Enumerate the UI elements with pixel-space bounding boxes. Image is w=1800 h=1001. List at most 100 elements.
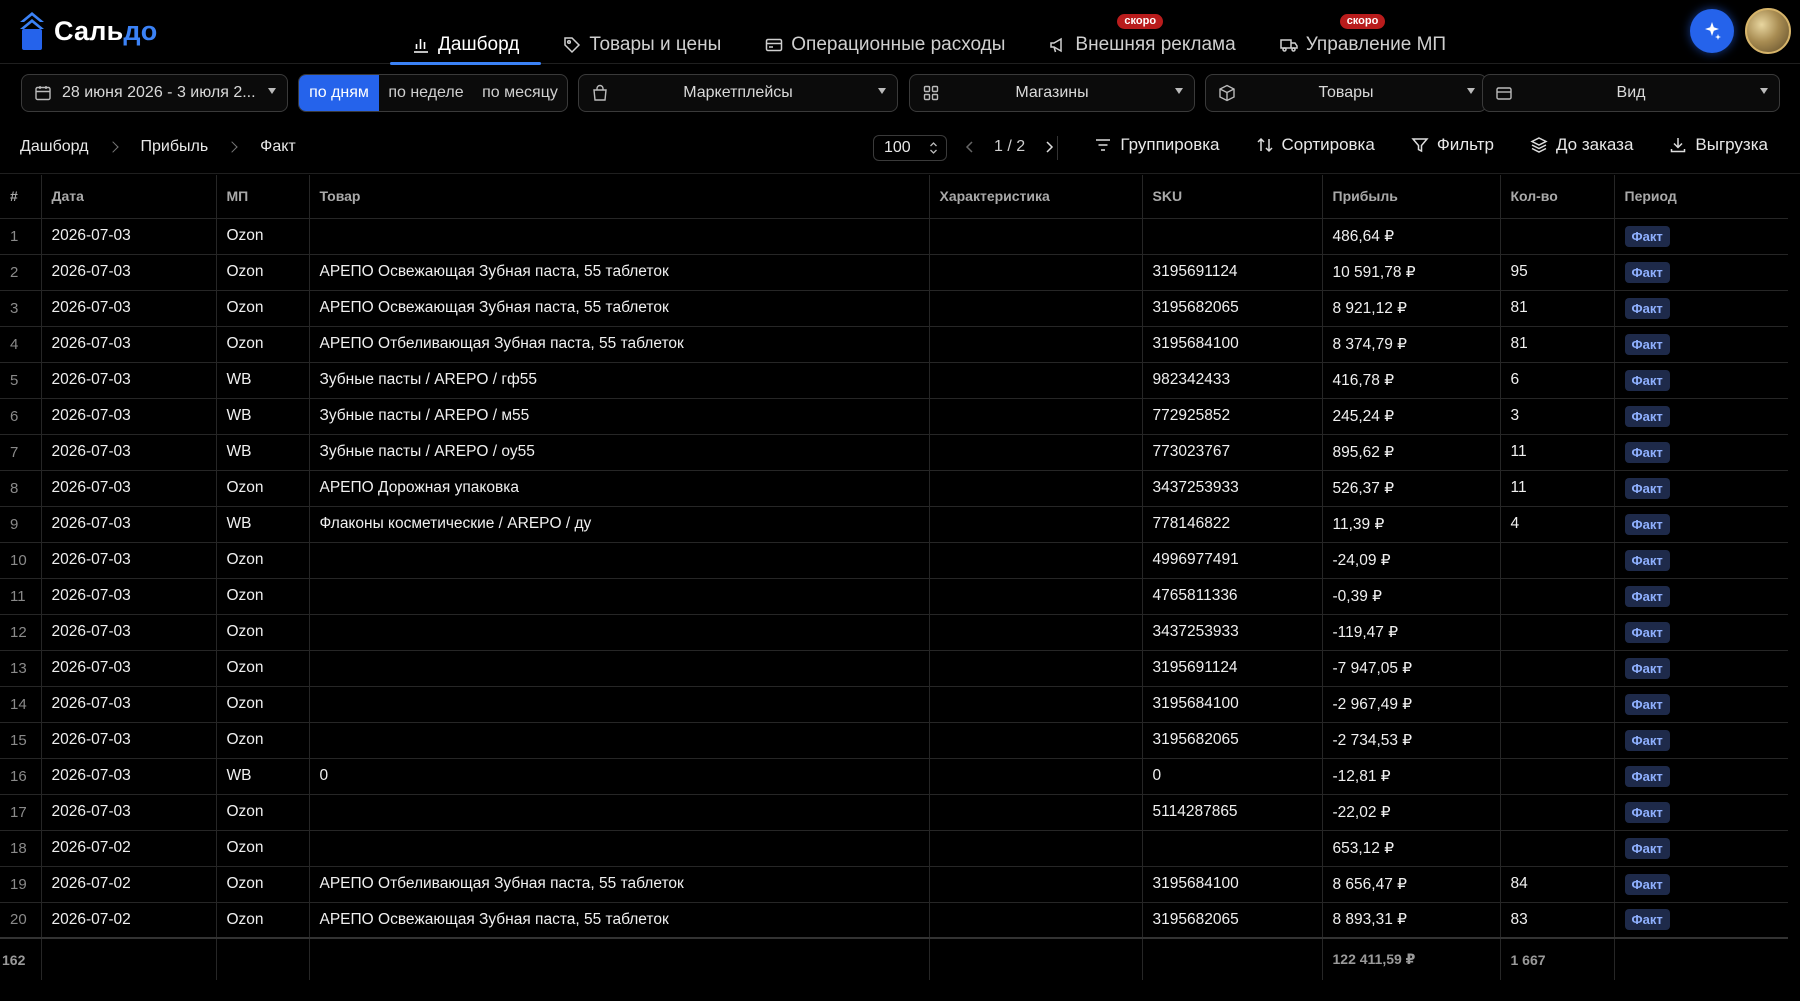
row-index: 12: [0, 614, 42, 651]
col-marketplace-header[interactable]: МП: [216, 175, 310, 219]
nav-products-prices[interactable]: Товары и цены: [541, 0, 743, 64]
table-row[interactable]: 15 2026-07-03 Ozon 3195682065 -2 734,53 ₽ Фак…: [0, 722, 1788, 759]
granularity-month[interactable]: по месяцу: [473, 75, 567, 111]
breadcrumb-dashboard[interactable]: Дашборд: [20, 138, 89, 156]
product-cell: [309, 722, 930, 759]
table-row[interactable]: 18 2026-07-02 Ozon 653,12 ₽ Факт: [0, 830, 1788, 867]
table-row[interactable]: 16 2026-07-03 WB 0 0 -12,81 ₽ Факт: [0, 758, 1788, 795]
page-size-stepper[interactable]: 100: [873, 135, 947, 161]
marketplace-cell: Ozon: [216, 254, 310, 291]
totals-count: 162: [0, 937, 42, 980]
table-row[interactable]: 5 2026-07-03 WB Зубные пасты / AREPO / гф55…: [0, 362, 1788, 399]
row-index: 18: [0, 830, 42, 867]
sku-cell: 3437253933: [1142, 470, 1323, 507]
date-range-picker[interactable]: 28 июня 2026 - 3 июля 2...: [21, 74, 288, 112]
calendar-icon: [35, 86, 51, 101]
date-cell: 2026-07-03: [41, 218, 217, 255]
sorting-button[interactable]: Сортировка: [1256, 135, 1375, 155]
shops-select[interactable]: Магазины: [909, 74, 1195, 112]
table-row[interactable]: 7 2026-07-03 WB Зубные пасты / AREPO / оу55…: [0, 434, 1788, 471]
nav-mp-management[interactable]: скоро Управление МП: [1258, 0, 1468, 64]
user-avatar[interactable]: [1745, 8, 1791, 54]
products-select[interactable]: Товары: [1205, 74, 1487, 112]
col-period-header[interactable]: Период: [1614, 175, 1788, 219]
table-row[interactable]: 4 2026-07-03 Ozon АРЕПО Отбеливающая Зубная…: [0, 326, 1788, 363]
col-qty-header[interactable]: Кол-во: [1500, 175, 1615, 219]
breadcrumb-profit[interactable]: Прибыль: [141, 138, 209, 156]
filter-button[interactable]: Фильтр: [1411, 135, 1494, 155]
profit-cell: 245,24 ₽: [1322, 398, 1501, 435]
export-button[interactable]: Выгрузка: [1669, 135, 1768, 155]
marketplace-cell: WB: [216, 506, 310, 543]
table-row[interactable]: 17 2026-07-03 Ozon 5114287865 -22,02 ₽ Факт: [0, 794, 1788, 831]
ai-assistant-button[interactable]: [1690, 9, 1734, 53]
sku-cell: 3195684100: [1142, 866, 1323, 903]
to-order-label: До заказа: [1555, 135, 1634, 154]
to-order-button[interactable]: До заказа: [1530, 135, 1633, 155]
table-row[interactable]: 1 2026-07-03 Ozon 486,64 ₽ Факт: [0, 218, 1788, 255]
date-cell: 2026-07-03: [41, 470, 217, 507]
nav-external-ads[interactable]: скоро Внешняя реклама: [1027, 0, 1257, 64]
qty-cell: 4: [1500, 506, 1615, 543]
product-cell: Зубные пасты / AREPO / гф55: [309, 362, 930, 399]
table-row[interactable]: 3 2026-07-03 Ozon АРЕПО Освежающая Зубная п…: [0, 290, 1788, 327]
marketplace-cell: Ozon: [216, 218, 310, 255]
period-badge: Факт: [1624, 369, 1670, 391]
profit-cell: 416,78 ₽: [1322, 362, 1501, 399]
col-sku-header[interactable]: SKU: [1142, 175, 1323, 219]
col-characteristic-header[interactable]: Характеристика: [929, 175, 1143, 219]
period-cell: Факт: [1614, 830, 1788, 867]
sku-cell: 3195691124: [1142, 650, 1323, 687]
table-row[interactable]: 9 2026-07-03 WB Флаконы косметические / ARE…: [0, 506, 1788, 543]
marketplace-cell: Ozon: [216, 542, 310, 579]
profit-cell: -119,47 ₽: [1322, 614, 1501, 651]
table-row[interactable]: 14 2026-07-03 Ozon 3195684100 -2 967,49 ₽ Фак…: [0, 686, 1788, 723]
view-select[interactable]: Вид: [1482, 74, 1780, 112]
profit-cell: -12,81 ₽: [1322, 758, 1501, 795]
app-logo[interactable]: Сальдо: [20, 12, 157, 50]
qty-cell: 11: [1500, 434, 1615, 471]
table-row[interactable]: 19 2026-07-02 Ozon АРЕПО Отбеливающая Зубна…: [0, 866, 1788, 903]
breadcrumb-fact: Факт: [260, 138, 296, 155]
totals-empty-cell: [216, 937, 310, 980]
period-badge: Факт: [1624, 837, 1670, 859]
date-cell: 2026-07-03: [41, 614, 217, 651]
date-cell: 2026-07-03: [41, 542, 217, 579]
col-index-header[interactable]: #: [0, 175, 42, 219]
tag-icon: [564, 37, 581, 54]
product-cell: [309, 578, 930, 615]
marketplaces-label: Маркетплейсы: [683, 84, 793, 101]
grouping-label: Группировка: [1120, 135, 1220, 154]
product-cell: [309, 218, 930, 255]
col-product-header[interactable]: Товар: [309, 175, 930, 219]
granularity-week[interactable]: по неделе: [379, 75, 473, 111]
col-date-header[interactable]: Дата: [41, 175, 217, 219]
view-label: Вид: [1616, 84, 1646, 101]
table-row[interactable]: 2 2026-07-03 Ozon АРЕПО Освежающая Зубная п…: [0, 254, 1788, 291]
table-row[interactable]: 10 2026-07-03 Ozon 4996977491 -24,09 ₽ Факт: [0, 542, 1788, 579]
product-cell: [309, 542, 930, 579]
table-row[interactable]: 20 2026-07-02 Ozon АРЕПО Освежающая Зубная …: [0, 902, 1788, 939]
marketplaces-select[interactable]: Маркетплейсы: [578, 74, 898, 112]
granularity-day[interactable]: по дням: [299, 75, 379, 111]
grouping-button[interactable]: Группировка: [1094, 135, 1220, 155]
table-row[interactable]: 13 2026-07-03 Ozon 3195691124 -7 947,05 ₽ Фак…: [0, 650, 1788, 687]
table-row[interactable]: 6 2026-07-03 WB Зубные пасты / AREPO / м55 7…: [0, 398, 1788, 435]
col-profit-header[interactable]: Прибыль: [1322, 175, 1501, 219]
date-cell: 2026-07-02: [41, 866, 217, 903]
period-cell: Факт: [1614, 542, 1788, 579]
period-badge: Факт: [1624, 729, 1670, 751]
nav-operating-expenses[interactable]: Операционные расходы: [743, 0, 1027, 64]
period-badge: Факт: [1624, 801, 1670, 823]
table-row[interactable]: 11 2026-07-03 Ozon 4765811336 -0,39 ₽ Факт: [0, 578, 1788, 615]
nav-dashboard[interactable]: Дашборд: [390, 0, 542, 65]
table-row[interactable]: 8 2026-07-03 Ozon АРЕПО Дорожная упаковка 34…: [0, 470, 1788, 507]
table-row[interactable]: 12 2026-07-03 Ozon 3437253933 -119,47 ₽ Факт: [0, 614, 1788, 651]
marketplace-cell: Ozon: [216, 614, 310, 651]
soon-badge: скоро: [1339, 14, 1386, 29]
date-cell: 2026-07-03: [41, 650, 217, 687]
row-index: 5: [0, 362, 42, 399]
period-cell: Факт: [1614, 578, 1788, 615]
breadcrumb: Дашборд Прибыль Факт: [20, 138, 296, 156]
prev-page-button[interactable]: [960, 137, 980, 157]
